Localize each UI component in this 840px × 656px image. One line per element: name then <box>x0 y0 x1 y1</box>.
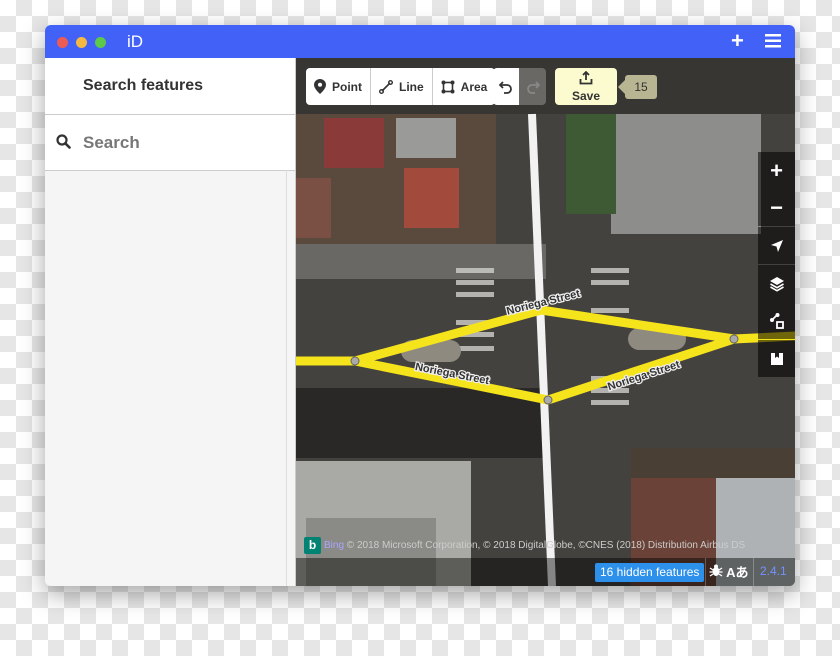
map-footer: 16 hidden features Aあ 2.4.1 <box>296 558 795 586</box>
bug-icon <box>709 564 723 577</box>
area-icon <box>441 80 455 93</box>
location-arrow-icon <box>770 239 783 252</box>
feature-search <box>45 115 295 171</box>
sidebar-header: Search features <box>45 58 295 115</box>
attribution-text: © 2018 Microsoft Corporation, © 2018 Dig… <box>346 540 746 552</box>
imagery-attribution: b Bing © 2018 Microsoft Corporation, © 20… <box>304 537 745 554</box>
sidebar-title: Search features <box>83 77 204 94</box>
footer-divider <box>705 558 706 586</box>
redo-button[interactable] <box>519 68 546 105</box>
minus-icon: − <box>770 194 783 220</box>
search-icon <box>56 134 71 154</box>
undo-icon <box>499 80 512 94</box>
plus-icon[interactable]: + <box>731 29 744 53</box>
mode-buttons: Point Line Area <box>306 68 496 105</box>
issues-info-button[interactable]: Aあ <box>709 562 749 581</box>
aerial-imagery: Noriega Street Noriega Street Noriega St… <box>296 58 795 586</box>
title-bar: iD + <box>45 25 795 58</box>
map-view[interactable]: Noriega Street Noriega Street Noriega St… <box>296 58 795 586</box>
app-window: iD + Search features Search Noriega Stre… <box>45 25 795 586</box>
zoom-out-button[interactable]: − <box>758 189 795 226</box>
undo-button[interactable] <box>493 68 519 105</box>
sidebar-divider <box>286 170 287 586</box>
close-window-button[interactable] <box>57 37 68 48</box>
line-icon <box>379 79 393 94</box>
map-controls: + − <box>758 152 795 377</box>
add-line-button[interactable]: Line <box>371 68 433 105</box>
zoom-in-button[interactable]: + <box>758 152 795 189</box>
maximize-window-button[interactable] <box>95 37 106 48</box>
attribution-provider-link[interactable]: Bing <box>324 540 344 551</box>
data-icon <box>769 312 784 329</box>
hidden-features-button[interactable]: 16 hidden features <box>595 563 705 582</box>
help-icon <box>770 352 783 365</box>
bing-logo-icon: b <box>304 537 321 554</box>
version-link[interactable]: 2.4.1 <box>760 564 787 578</box>
edit-count-badge: 15 <box>618 75 657 99</box>
add-point-button[interactable]: Point <box>306 68 371 105</box>
building <box>611 114 761 234</box>
layers-icon <box>769 276 784 292</box>
plus-icon: + <box>770 157 783 183</box>
redo-icon <box>526 80 540 94</box>
map-data-button[interactable] <box>758 302 795 339</box>
sidebar: Search features <box>45 58 296 586</box>
language-indicator: Aあ <box>726 565 749 580</box>
add-area-button[interactable]: Area <box>433 68 496 105</box>
geolocate-button[interactable] <box>758 227 795 264</box>
minimize-window-button[interactable] <box>76 37 87 48</box>
upload-icon <box>579 71 593 85</box>
footer-divider <box>753 558 754 586</box>
save-button[interactable]: Save <box>555 68 617 105</box>
point-pin-icon <box>314 79 326 94</box>
search-input[interactable] <box>81 129 275 157</box>
help-button[interactable] <box>758 340 795 377</box>
background-button[interactable] <box>758 265 795 302</box>
hamburger-menu-icon[interactable] <box>765 29 781 53</box>
window-title: iD <box>127 32 144 51</box>
